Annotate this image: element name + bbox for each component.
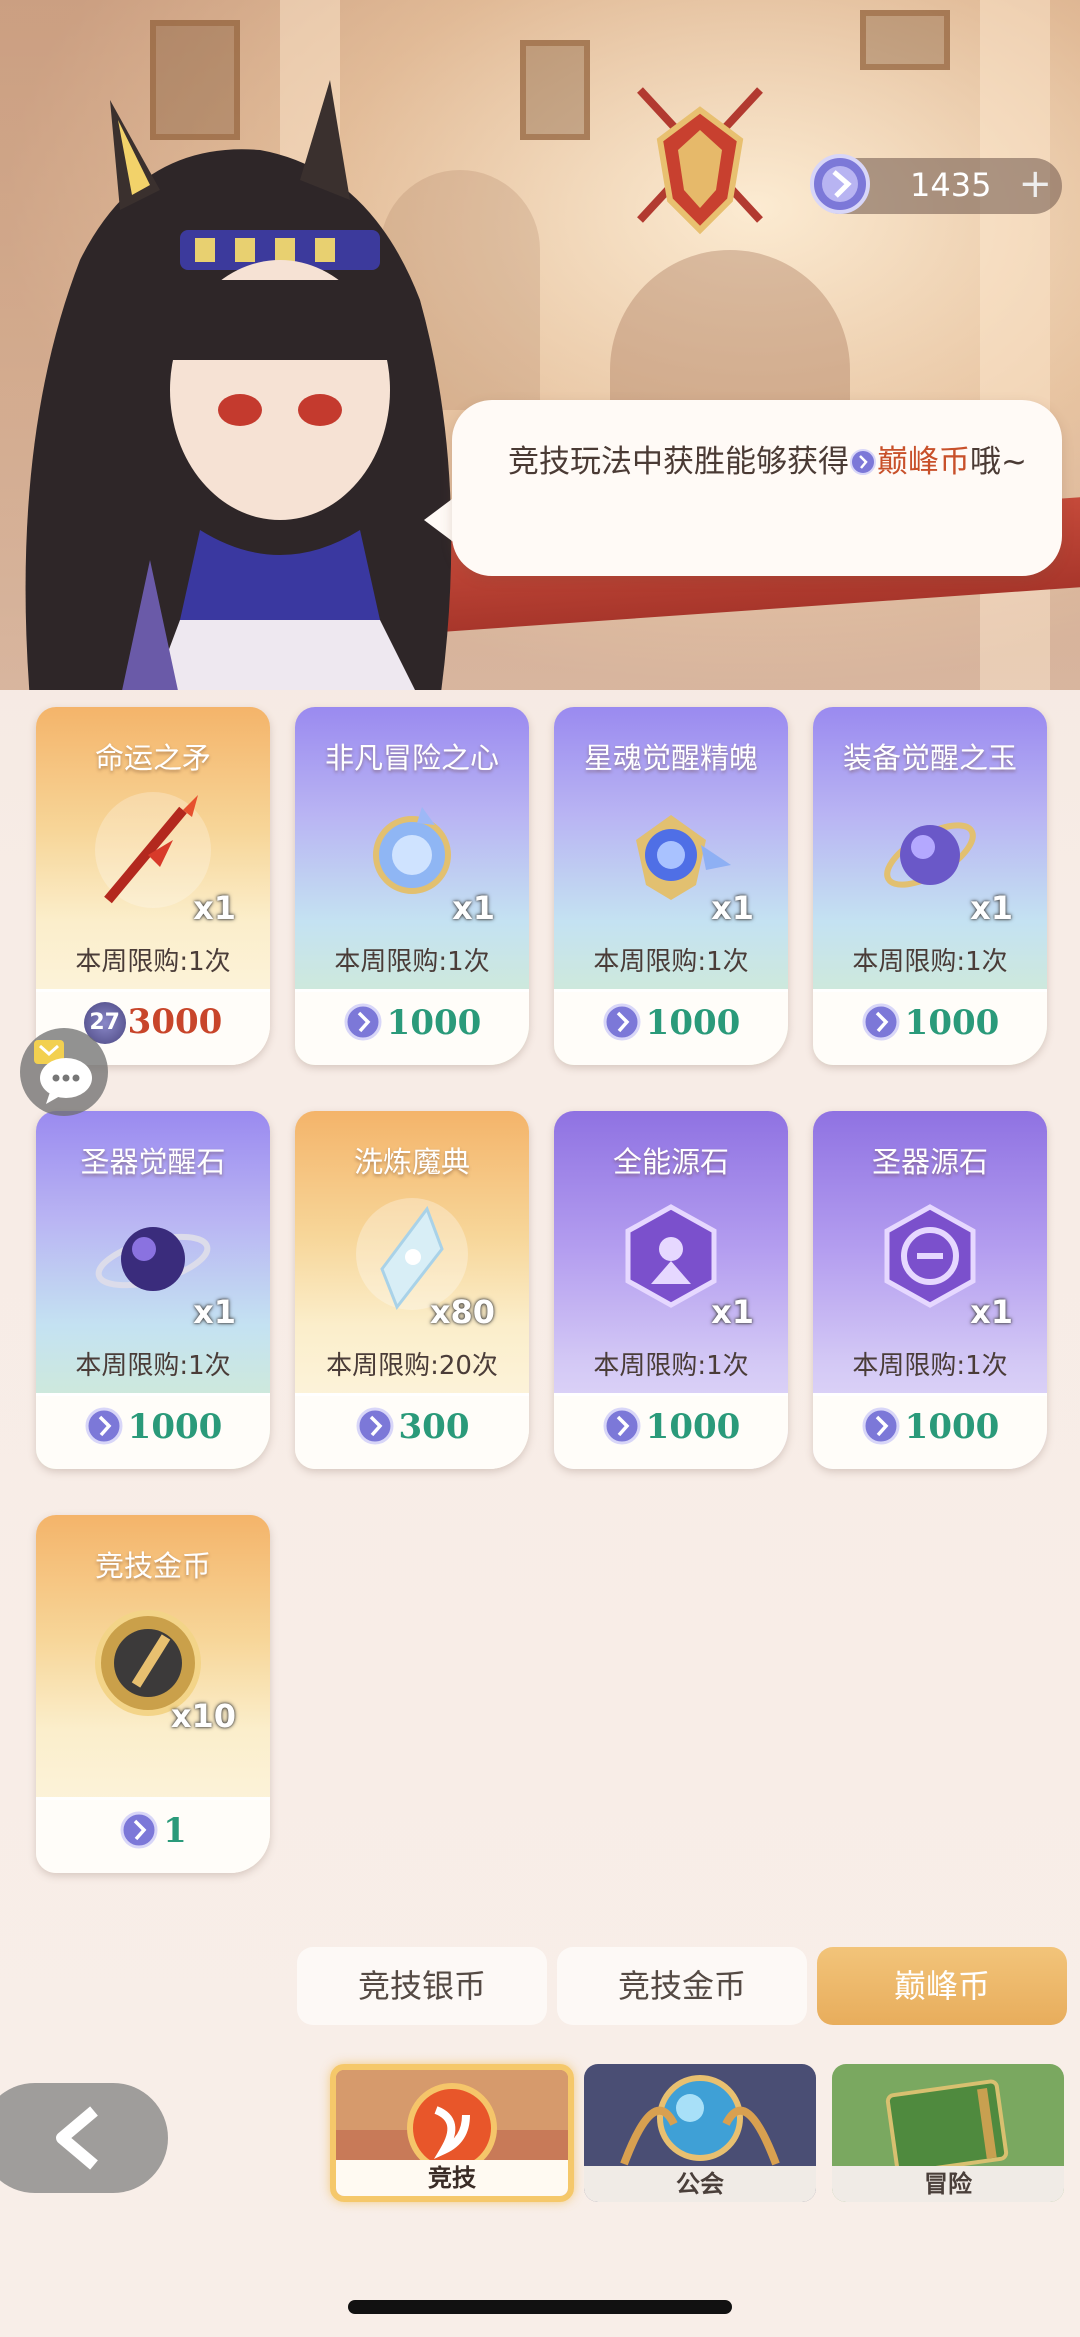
shop-item-card[interactable]: 竞技金币 x10 1 — [36, 1515, 270, 1873]
character-portrait — [25, 80, 452, 690]
peak-coin-balance: 1435 + — [810, 154, 1062, 214]
peak-coin-icon — [850, 449, 876, 475]
item-price: 1000 — [813, 1406, 1047, 1447]
chat-button[interactable] — [20, 1028, 108, 1116]
shop-item-card[interactable]: 圣器源石 x1 本周限购:1次 1000 — [813, 1111, 1047, 1469]
shop-item-card[interactable]: 星魂觉醒精魄 x1 本周限购:1次 1000 — [554, 707, 788, 1065]
shop-item-card[interactable]: 圣器觉醒石 x1 本周限购:1次 1000 — [36, 1111, 270, 1469]
add-currency-button[interactable]: + — [1018, 162, 1052, 206]
dialogue-bubble: 竞技玩法中获胜能够获得 巅峰币哦~ — [452, 400, 1062, 576]
chat-bubble-icon — [34, 1040, 92, 1104]
peak-coin-icon — [603, 1003, 641, 1041]
tab-arena-silver[interactable]: 竞技银币 — [297, 1947, 547, 2025]
mode-arena[interactable]: 竞技 — [330, 2064, 574, 2202]
arena-emblem-icon — [637, 87, 763, 235]
peak-coin-icon — [85, 1407, 123, 1445]
peak-coin-icon — [356, 1407, 393, 1445]
back-button[interactable] — [0, 2083, 168, 2193]
item-price: 300 — [295, 1406, 529, 1447]
shop-item-card[interactable]: 装备觉醒之玉 x1 本周限购:1次 1000 — [813, 707, 1047, 1065]
peak-coin-icon — [603, 1407, 641, 1445]
peak-coin-icon — [344, 1003, 382, 1041]
tab-arena-gold[interactable]: 竞技金币 — [557, 1947, 807, 2025]
item-price: 1000 — [554, 1002, 788, 1043]
item-price: 1000 — [295, 1002, 529, 1043]
item-price: 1000 — [813, 1002, 1047, 1043]
peak-coin-icon — [862, 1003, 900, 1041]
item-price: 1000 — [554, 1406, 788, 1447]
item-price: 1 — [36, 1810, 270, 1851]
shop-item-card[interactable]: 命运之矛 x1 本周限购:1次 27 3000 — [36, 707, 270, 1065]
mode-guild[interactable]: 公会 — [584, 2064, 816, 2202]
mode-adventure[interactable]: 冒险 — [832, 2064, 1064, 2202]
peak-coin-amount: 1435 — [910, 166, 992, 204]
arena-background: 1435 + — [0, 0, 1080, 690]
tab-peak-coin[interactable]: 巅峰币 — [817, 1947, 1067, 2025]
peak-coin-icon — [810, 154, 870, 214]
shop-item-card[interactable]: 全能源石 x1 本周限购:1次 1000 — [554, 1111, 788, 1469]
shop-item-card[interactable]: 洗炼魔典 x80 本周限购:20次 300 — [295, 1111, 529, 1469]
shop-item-card[interactable]: 非凡冒险之心 x1 本周限购:1次 1000 — [295, 707, 529, 1065]
peak-coin-icon — [120, 1811, 158, 1849]
home-indicator — [348, 2300, 732, 2314]
item-price: 1000 — [36, 1406, 270, 1447]
dialogue-text: 竞技玩法中获胜能够获得 巅峰币哦~ — [508, 444, 1027, 480]
chevron-left-icon — [56, 2106, 98, 2170]
peak-coin-icon — [862, 1407, 900, 1445]
